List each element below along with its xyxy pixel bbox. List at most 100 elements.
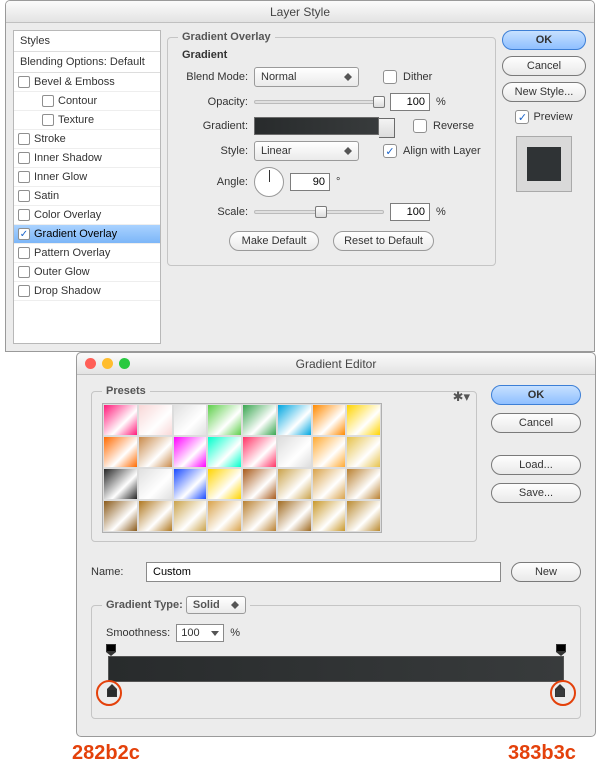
preset-swatch[interactable]: [173, 500, 208, 532]
sidebar-blending-header[interactable]: Blending Options: Default: [14, 52, 160, 73]
scale-input[interactable]: [390, 203, 430, 221]
reset-default-button[interactable]: Reset to Default: [333, 231, 434, 251]
sidebar-item-label: Outer Glow: [34, 266, 90, 278]
preset-swatch[interactable]: [103, 404, 138, 436]
zoom-icon[interactable]: [119, 358, 130, 369]
sidebar-item-inner-shadow[interactable]: Inner Shadow: [14, 149, 160, 168]
preset-swatch[interactable]: [242, 404, 277, 436]
gradient-overlay-panel: Gradient Overlay Gradient Blend Mode: No…: [161, 23, 502, 351]
close-icon[interactable]: [85, 358, 96, 369]
sidebar-checkbox[interactable]: [18, 247, 30, 259]
preview-swatch: [516, 136, 572, 192]
preset-swatch[interactable]: [207, 468, 242, 500]
preset-swatch[interactable]: [103, 468, 138, 500]
sidebar-item-stroke[interactable]: Stroke: [14, 130, 160, 149]
presets-grid[interactable]: [102, 403, 382, 533]
preset-swatch[interactable]: [207, 404, 242, 436]
preset-swatch[interactable]: [346, 404, 381, 436]
sidebar-item-bevel-emboss[interactable]: Bevel & Emboss: [14, 73, 160, 92]
opacity-stop-right[interactable]: [556, 644, 566, 654]
preset-swatch[interactable]: [346, 500, 381, 532]
gradient-name-input[interactable]: [146, 562, 501, 582]
sidebar-checkbox[interactable]: [18, 76, 30, 88]
preset-swatch[interactable]: [138, 436, 173, 468]
style-select[interactable]: Linear: [254, 141, 359, 161]
new-style-button[interactable]: New Style...: [502, 82, 586, 102]
sidebar-item-gradient-overlay[interactable]: ✓Gradient Overlay: [14, 225, 160, 244]
preset-swatch[interactable]: [207, 500, 242, 532]
sidebar-checkbox[interactable]: [42, 114, 54, 126]
preset-swatch[interactable]: [103, 436, 138, 468]
reverse-checkbox[interactable]: [413, 119, 427, 133]
cancel-button[interactable]: Cancel: [502, 56, 586, 76]
sidebar-item-inner-glow[interactable]: Inner Glow: [14, 168, 160, 187]
ok-button[interactable]: OK: [502, 30, 586, 50]
sidebar-checkbox[interactable]: [18, 171, 30, 183]
preset-swatch[interactable]: [346, 436, 381, 468]
sidebar-item-texture[interactable]: Texture: [14, 111, 160, 130]
gradient-type-select[interactable]: Solid: [186, 596, 246, 614]
ge-ok-button[interactable]: OK: [491, 385, 581, 405]
opacity-stop-left[interactable]: [106, 644, 116, 654]
angle-input[interactable]: [290, 173, 330, 191]
preset-swatch[interactable]: [242, 436, 277, 468]
gradient-bar[interactable]: [108, 656, 564, 682]
preset-swatch[interactable]: [138, 500, 173, 532]
preset-swatch[interactable]: [312, 436, 347, 468]
preset-swatch[interactable]: [173, 436, 208, 468]
ge-cancel-button[interactable]: Cancel: [491, 413, 581, 433]
dither-checkbox[interactable]: [383, 70, 397, 84]
panel-group-label: Gradient Overlay: [178, 31, 275, 43]
opacity-slider[interactable]: [254, 100, 384, 104]
preview-checkbox[interactable]: ✓: [515, 110, 529, 124]
sidebar-item-satin[interactable]: Satin: [14, 187, 160, 206]
sidebar-item-contour[interactable]: Contour: [14, 92, 160, 111]
minimize-icon[interactable]: [102, 358, 113, 369]
sidebar-checkbox[interactable]: [18, 209, 30, 221]
ge-save-button[interactable]: Save...: [491, 483, 581, 503]
annotation-ring-left: [96, 680, 122, 706]
preset-swatch[interactable]: [138, 404, 173, 436]
ge-new-button[interactable]: New: [511, 562, 581, 582]
preset-swatch[interactable]: [277, 436, 312, 468]
preset-swatch[interactable]: [242, 500, 277, 532]
sidebar-checkbox[interactable]: [18, 266, 30, 278]
sidebar-item-color-overlay[interactable]: Color Overlay: [14, 206, 160, 225]
sidebar-checkbox[interactable]: [18, 285, 30, 297]
preset-swatch[interactable]: [277, 404, 312, 436]
preset-swatch[interactable]: [312, 404, 347, 436]
angle-dial[interactable]: [254, 167, 284, 197]
preset-swatch[interactable]: [277, 468, 312, 500]
make-default-button[interactable]: Make Default: [229, 231, 319, 251]
align-checkbox[interactable]: ✓: [383, 144, 397, 158]
preset-swatch[interactable]: [103, 500, 138, 532]
preset-swatch[interactable]: [312, 468, 347, 500]
sidebar-checkbox[interactable]: [18, 133, 30, 145]
sidebar-styles-header[interactable]: Styles: [14, 31, 160, 52]
sidebar-item-pattern-overlay[interactable]: Pattern Overlay: [14, 244, 160, 263]
sidebar-item-label: Stroke: [34, 133, 66, 145]
sidebar-checkbox[interactable]: ✓: [18, 228, 30, 240]
gear-icon[interactable]: ✱▾: [453, 389, 470, 405]
opacity-input[interactable]: [390, 93, 430, 111]
sidebar-item-drop-shadow[interactable]: Drop Shadow: [14, 282, 160, 301]
preset-swatch[interactable]: [138, 468, 173, 500]
preset-swatch[interactable]: [242, 468, 277, 500]
preset-swatch[interactable]: [173, 404, 208, 436]
preset-swatch[interactable]: [312, 500, 347, 532]
scale-slider[interactable]: [254, 210, 384, 214]
preset-swatch[interactable]: [173, 468, 208, 500]
reverse-label: Reverse: [433, 120, 474, 132]
sidebar-checkbox[interactable]: [18, 190, 30, 202]
preset-swatch[interactable]: [346, 468, 381, 500]
sidebar-checkbox[interactable]: [18, 152, 30, 164]
preset-swatch[interactable]: [207, 436, 242, 468]
smoothness-input[interactable]: 100: [176, 624, 224, 642]
gradient-picker[interactable]: [254, 117, 379, 135]
window-controls[interactable]: [85, 358, 130, 369]
ge-load-button[interactable]: Load...: [491, 455, 581, 475]
sidebar-item-outer-glow[interactable]: Outer Glow: [14, 263, 160, 282]
preset-swatch[interactable]: [277, 500, 312, 532]
sidebar-checkbox[interactable]: [42, 95, 54, 107]
blend-mode-select[interactable]: Normal: [254, 67, 359, 87]
